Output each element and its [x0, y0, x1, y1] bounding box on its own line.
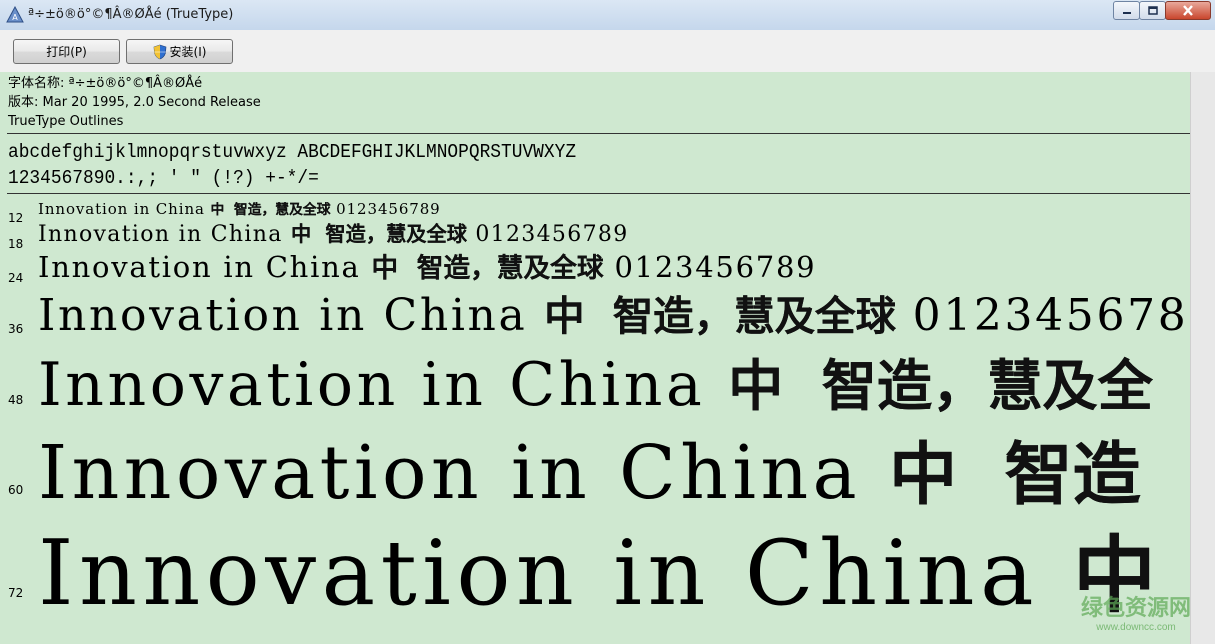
install-button-label: 安装(I) [169, 45, 207, 59]
print-button[interactable]: 打印(P) [13, 39, 120, 64]
install-button[interactable]: 安装(I) [126, 39, 233, 64]
sample-row-24: 24 Innovation in China 中 智造，慧及全球 01234567… [7, 250, 1190, 285]
svg-text:A: A [12, 13, 18, 22]
sample-cjk: 中 [1073, 526, 1156, 624]
font-name-line: 字体名称: ª÷±ö®ö°©¶Â®ØÅé [8, 76, 203, 91]
left-border [0, 72, 7, 644]
sample-text: Innovation in China 中 智造，慧及全球 0123456789 [38, 221, 629, 248]
sample-cjk: 中 智造，慧及全球 [371, 253, 604, 284]
title-bar[interactable]: A ª÷±ö®ö°©¶Â®ØÅé (TrueType) [0, 0, 1215, 31]
sample-text: Innovation in China 中 智造 [38, 430, 1141, 518]
sample-cjk: 中 智造，慧及全 [728, 354, 1153, 419]
sample-text: Innovation in China 中 智造，慧及全球 012345678 [38, 290, 1188, 342]
sample-latin: Innovation in China [38, 350, 706, 420]
size-label: 24 [8, 271, 24, 286]
uac-shield-icon [153, 44, 166, 59]
window-controls [1113, 1, 1211, 20]
sample-digits: 0123456789 [475, 222, 629, 247]
sample-latin: Innovation in China [38, 222, 283, 247]
sample-latin: Innovation in China [38, 200, 205, 218]
sample-digits: 0123456789 [336, 200, 441, 218]
font-app-icon: A [6, 6, 24, 23]
sample-row-36: 36 Innovation in China 中 智造，慧及全球 01234567… [7, 290, 1190, 341]
sample-cjk: 中 智造，慧及全球 [210, 202, 331, 218]
divider-bottom [7, 193, 1190, 194]
sample-row-72: 72 Innovation in China 中 [7, 522, 1190, 626]
font-preview-area: 字体名称: ª÷±ö®ö°©¶Â®ØÅé 版本: Mar 20 1995, 2.… [7, 72, 1190, 644]
toolbar: 打印(P) 安装(I) [0, 30, 1215, 73]
sample-latin: Innovation in China [38, 521, 1040, 626]
sample-latin: Innovation in China [38, 430, 862, 516]
font-version-line: 版本: Mar 20 1995, 2.0 Second Release [8, 95, 261, 110]
sample-latin: Innovation in China [38, 290, 528, 341]
font-outline-line: TrueType Outlines [8, 114, 124, 129]
size-label: 36 [8, 322, 24, 337]
print-button-label: 打印(P) [46, 45, 87, 59]
font-viewer-window: A ª÷±ö®ö°©¶Â®ØÅé (TrueType) 打印(P) 安装(I) … [0, 0, 1215, 644]
size-label: 48 [8, 393, 24, 408]
close-button[interactable] [1165, 1, 1211, 20]
charset-letters: abcdefghijklmnopqrstuvwxyz ABCDEFGHIJKLM… [8, 141, 577, 163]
sample-text: Innovation in China 中 智造，慧及全球 0123456789 [38, 250, 816, 286]
size-label: 12 [8, 211, 24, 226]
maximize-icon [1147, 6, 1158, 15]
font-info: 字体名称: ª÷±ö®ö°©¶Â®ØÅé 版本: Mar 20 1995, 2.… [8, 74, 261, 131]
sample-text: Innovation in China 中 智造，慧及全 [38, 350, 1153, 422]
sample-digits: 012345678 [912, 290, 1189, 341]
minimize-button[interactable] [1113, 1, 1140, 20]
size-label: 60 [8, 483, 24, 498]
maximize-button[interactable] [1139, 1, 1166, 20]
sample-latin: Innovation in China [38, 250, 361, 284]
sample-text: Innovation in China 中 智造，慧及全球 0123456789 [38, 200, 441, 219]
charset-symbols: 1234567890.:,; ' " (!?) +-*/= [8, 167, 319, 189]
window-title: ª÷±ö®ö°©¶Â®ØÅé (TrueType) [28, 7, 234, 22]
minimize-icon [1122, 11, 1131, 14]
sample-digits: 0123456789 [614, 250, 817, 284]
sample-row-60: 60 Innovation in China 中 智造 [7, 430, 1190, 516]
size-label: 72 [8, 586, 24, 601]
vertical-scrollbar[interactable] [1190, 72, 1215, 644]
sample-row-12: 12 Innovation in China 中 智造，慧及全球 01234567… [7, 200, 1190, 225]
size-label: 18 [8, 237, 24, 252]
sample-cjk: 中 智造，慧及全球 [544, 292, 896, 340]
divider-top [7, 133, 1190, 134]
sample-text: Innovation in China 中 [38, 522, 1156, 627]
sample-cjk: 中 智造 [889, 435, 1141, 515]
close-icon [1183, 5, 1193, 16]
sample-row-18: 18 Innovation in China 中 智造，慧及全球 01234567… [7, 221, 1190, 251]
sample-row-48: 48 Innovation in China 中 智造，慧及全 [7, 350, 1190, 420]
sample-cjk: 中 智造，慧及全球 [291, 222, 468, 246]
